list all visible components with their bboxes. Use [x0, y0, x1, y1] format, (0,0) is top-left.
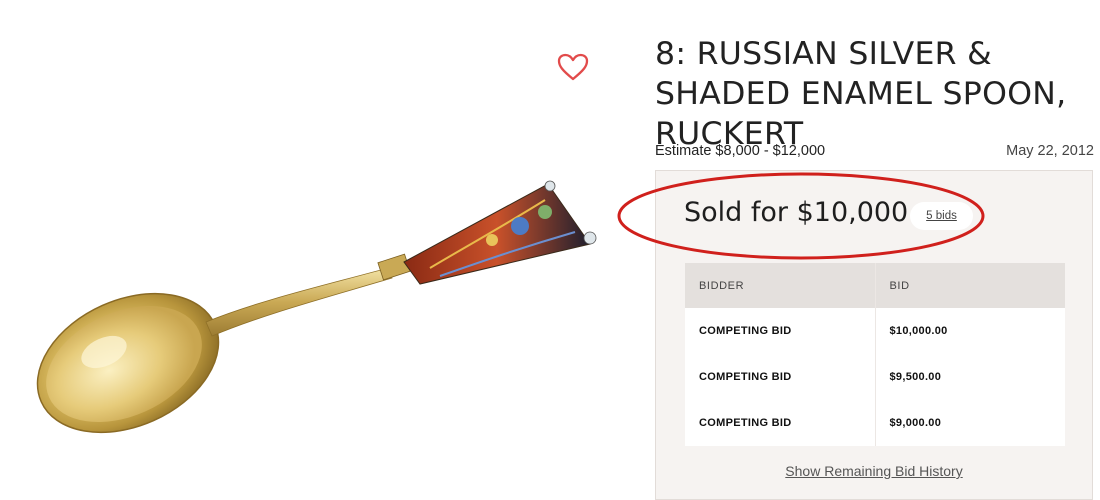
estimate-text: Estimate $8,000 - $12,000: [655, 143, 826, 159]
column-header-bidder: BIDDER: [685, 263, 876, 308]
bidder-cell: COMPETING BID: [685, 308, 876, 354]
bid-amount-cell: $10,000.00: [889, 325, 948, 337]
favorite-heart-icon[interactable]: [556, 52, 590, 82]
bidder-cell: COMPETING BID: [685, 400, 876, 446]
annotation-circle: [617, 172, 985, 260]
bid-history-table: BIDDER BID COMPETING BID $10,000.00 COMP…: [685, 263, 1065, 446]
bidder-cell: COMPETING BID: [685, 354, 876, 400]
lot-image[interactable]: [0, 0, 630, 489]
column-header-bid: BID: [875, 263, 1065, 308]
table-header-row: BIDDER BID: [685, 263, 1065, 308]
bid-amount-cell: $9,500.00: [889, 371, 942, 383]
bid-amount-cell: $9,000.00: [889, 417, 942, 429]
sale-date: May 22, 2012: [1006, 143, 1094, 159]
spoon-illustration: [36, 180, 597, 434]
lot-title: 8: RUSSIAN SILVER & SHADED ENAMEL SPOON,…: [655, 36, 1067, 152]
table-row: COMPETING BID $9,500.00: [685, 354, 1065, 400]
table-row: COMPETING BID $10,000.00: [685, 308, 1065, 354]
show-remaining-bid-history-link[interactable]: Show Remaining Bid History: [655, 463, 1093, 479]
table-row: COMPETING BID $9,000.00: [685, 400, 1065, 446]
